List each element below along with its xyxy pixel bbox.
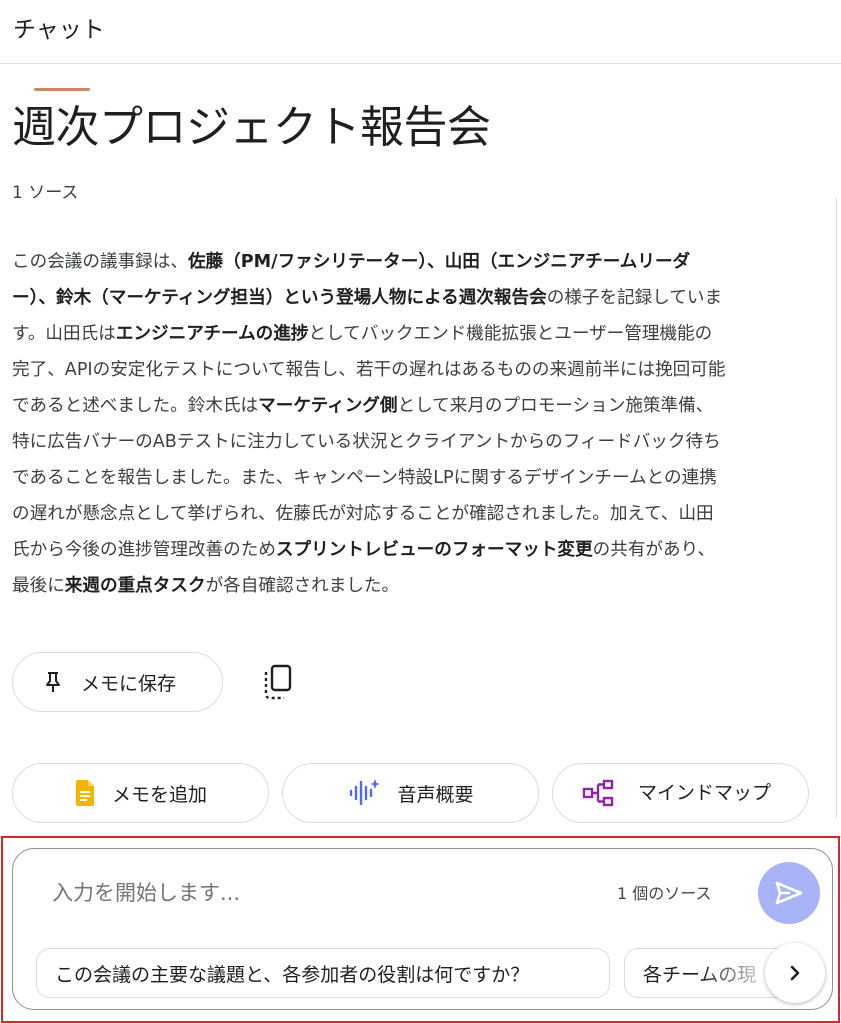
summary-line: であると述べました。鈴木氏はマーケティング側として来月のプロモーション施策準備、 [12, 388, 812, 424]
suggestions-next-button[interactable] [765, 943, 825, 1003]
chevron-right-icon [790, 965, 800, 981]
scrollbar-track[interactable] [836, 198, 837, 818]
note-icon [75, 780, 94, 806]
summary-text: の遅れが懸念点として挙げられ、佐藤氏が対応することが確認されました。加えて、山田 [12, 504, 714, 524]
send-icon [775, 881, 803, 905]
summary-text: 特に広告バナーのABテストに注力している状況とクライアントからのフィードバック待… [12, 432, 721, 452]
mindmap-icon [582, 779, 613, 807]
summary-line: 特に広告バナーのABテストに注力している状況とクライアントからのフィードバック待… [12, 424, 812, 460]
audio-overview-label: 音声概要 [397, 783, 474, 806]
summary-emphasis: 佐藤（PM/ファシリテーター）、山田（エンジニアチームリーダ [187, 252, 691, 272]
add-memo-label: メモを追加 [111, 783, 207, 806]
summary-text: であると述べました。鈴木氏は [12, 396, 259, 416]
copy-icon [264, 664, 292, 700]
summary-emphasis: 来週の重点タスク [64, 576, 206, 596]
summary-line: す。山田氏はエンジニアチームの進捗としてバックエンド機能拡張とユーザー管理機能の [12, 316, 812, 352]
chat-header: チャット [0, 0, 841, 64]
notebook-summary: この会議の議事録は、佐藤（PM/ファシリテーター）、山田（エンジニアチームリーダ… [12, 244, 812, 604]
summary-text: 完了、APIの安定化テストについて報告し、若干の遅れはあるものの来週前半には挽回… [12, 360, 726, 380]
audio-overview-button[interactable]: 音声概要 [282, 763, 539, 823]
chat-panel-title: チャット [13, 17, 105, 43]
suggested-question-1[interactable]: この会議の主要な議題と、各参加者の役割は何ですか？ [36, 948, 610, 998]
summary-emphasis: エンジニアチームの進捗 [115, 324, 309, 344]
summary-line: ー）、鈴木（マーケティング担当）という登場人物による週次報告会の様子を記録してい… [12, 280, 812, 316]
summary-text: として来月のプロモーション施策準備、 [397, 396, 714, 416]
summary-text: この会議の議事録は、 [12, 252, 188, 272]
summary-line: 氏から今後の進捗管理改善のためスプリントレビューのフォーマット変更の共有があり、 [12, 532, 812, 568]
summary-emphasis: ー）、鈴木（マーケティング担当）という登場人物による週次報告会 [12, 288, 547, 308]
summary-text: の共有があり、 [592, 540, 716, 560]
summary-emphasis: マーケティング側 [258, 396, 398, 416]
summary-text: す。山田氏は [12, 324, 116, 344]
add-memo-button[interactable]: メモを追加 [12, 763, 269, 823]
summary-text: であることを報告しました。また、キャンペーン特設LPに関するデザインチームとの連… [12, 468, 717, 488]
notebook-title: 週次プロジェクト報告会 [12, 102, 491, 153]
summary-line: 最後に来週の重点タスクが各自確認されました。 [12, 568, 812, 604]
source-count: 1 ソース [12, 183, 79, 203]
summary-text: が各自確認されました。 [205, 576, 400, 596]
summary-line: この会議の議事録は、佐藤（PM/ファシリテーター）、山田（エンジニアチームリーダ [12, 244, 812, 280]
summary-line: 完了、APIの安定化テストについて報告し、若干の遅れはあるものの来週前半には挽回… [12, 352, 812, 388]
copy-button[interactable] [260, 660, 300, 704]
summary-emphasis: スプリントレビューのフォーマット変更 [275, 540, 593, 560]
source-count-chip: 1 個のソース [617, 884, 712, 903]
audio-wave-icon [350, 779, 381, 806]
summary-text: の様子を記録していま [546, 288, 723, 308]
summary-text: としてバックエンド機能拡張とユーザー管理機能の [308, 324, 713, 344]
summary-text: 最後に [12, 576, 65, 596]
save-to-memo-label: メモに保存 [81, 672, 177, 695]
save-to-memo-button[interactable]: メモに保存 [12, 652, 223, 712]
summary-line: であることを報告しました。また、キャンペーン特設LPに関するデザインチームとの連… [12, 460, 812, 496]
mind-map-label: マインドマップ [637, 782, 771, 804]
mind-map-button[interactable]: マインドマップ [552, 763, 809, 823]
chat-input[interactable] [50, 868, 574, 918]
notebook-emoji-accent [34, 88, 90, 91]
pin-icon [46, 672, 60, 692]
send-button[interactable] [758, 862, 820, 924]
summary-text: 氏から今後の進捗管理改善のため [12, 540, 276, 560]
summary-line: の遅れが懸念点として挙げられ、佐藤氏が対応することが確認されました。加えて、山田 [12, 496, 812, 532]
